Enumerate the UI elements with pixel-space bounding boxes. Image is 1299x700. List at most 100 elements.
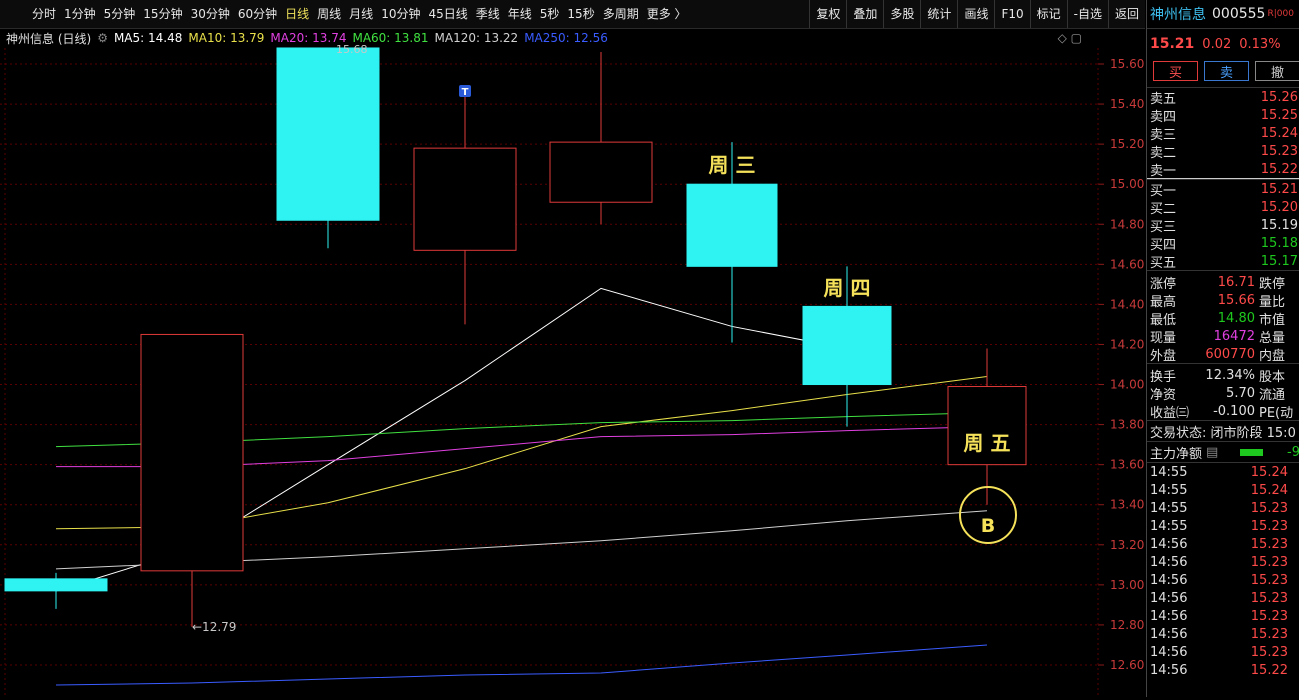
y-tick-label: 14.40 bbox=[1110, 297, 1144, 311]
period-toolbar: 分时 1分钟 5分钟 15分钟 30分钟 60分钟 日线 周线 月线 10分钟 45日线 季线 年线 5秒… bbox=[0, 0, 1145, 29]
candle-body[interactable] bbox=[140, 333, 244, 572]
toolbar-button[interactable]: 返回 bbox=[1107, 0, 1145, 28]
rzrq-badge: R|000 bbox=[1267, 9, 1294, 19]
order-label: 买二 bbox=[1150, 201, 1177, 217]
tick-row: 14:55 15.23 bbox=[1147, 499, 1299, 517]
sell-orders: 卖五 15.26 卖四 15.25 卖三 15.24 卖二 15.23 卖一 15.22 bbox=[1147, 87, 1299, 179]
order-label: 卖五 bbox=[1150, 91, 1177, 107]
stat-label: 净资 bbox=[1150, 387, 1177, 403]
last-price: 15.21 bbox=[1150, 36, 1195, 52]
list-icon[interactable]: ▤ bbox=[1206, 445, 1218, 460]
y-tick-label: 14.20 bbox=[1110, 337, 1144, 351]
tick-price: 15.23 bbox=[1250, 608, 1288, 624]
candle-body[interactable] bbox=[4, 578, 108, 592]
tick-row: 14:56 15.23 bbox=[1147, 535, 1299, 553]
stat-label-2: 量比 bbox=[1259, 294, 1286, 310]
order-row: 卖四 15.25 bbox=[1147, 106, 1299, 125]
period-tab[interactable]: 1分钟 bbox=[60, 0, 100, 28]
stat-row: 最高 15.66 量比 bbox=[1147, 291, 1299, 310]
candle-body[interactable] bbox=[802, 305, 892, 386]
toolbar-button[interactable]: 多股 bbox=[883, 0, 920, 28]
stats-block-2: 换手 12.34% 股本 净资 5.70 流通 收益㈢ -0.100 PE(动 bbox=[1147, 363, 1299, 421]
tick-list[interactable]: 14:55 15.24 14:55 15.24 14:55 15.23 14:55 15.23… bbox=[1147, 462, 1299, 679]
order-label: 卖二 bbox=[1150, 145, 1177, 161]
tick-row: 14:56 15.23 bbox=[1147, 607, 1299, 625]
tick-row: 14:55 15.24 bbox=[1147, 481, 1299, 499]
order-price: 15.24 bbox=[1260, 125, 1298, 141]
toolbar-button[interactable]: F10 bbox=[994, 0, 1029, 28]
stat-row: 涨停 16.71 跌停 bbox=[1147, 273, 1299, 292]
period-tab[interactable]: 日线 bbox=[281, 0, 313, 28]
tick-time: 14:56 bbox=[1150, 608, 1188, 624]
toolbar-button[interactable]: 标记 bbox=[1029, 0, 1067, 28]
period-tab[interactable]: 5分钟 bbox=[100, 0, 140, 28]
period-tab[interactable]: 15秒 bbox=[563, 0, 598, 28]
tick-price: 15.23 bbox=[1250, 572, 1288, 588]
period-tab[interactable]: 季线 bbox=[472, 0, 504, 28]
toolbar-button[interactable]: 统计 bbox=[920, 0, 957, 28]
period-tab[interactable]: 15分钟 bbox=[139, 0, 186, 28]
order-price: 15.22 bbox=[1260, 161, 1298, 177]
buy-marker: B bbox=[981, 515, 995, 537]
stat-row: 净资 5.70 流通 bbox=[1147, 384, 1299, 403]
order-row: 卖二 15.23 bbox=[1147, 142, 1299, 161]
period-tab[interactable]: 周线 bbox=[313, 0, 345, 28]
stat-label: 换手 bbox=[1150, 369, 1177, 385]
order-row: 卖三 15.24 bbox=[1147, 124, 1299, 143]
trade-buttons: 买 卖 撤 bbox=[1147, 59, 1299, 87]
tick-row: 14:56 15.23 bbox=[1147, 589, 1299, 607]
stat-value: 5.70 bbox=[1226, 385, 1255, 401]
period-tab[interactable]: 更多 〉 bbox=[643, 0, 691, 28]
candle-body[interactable] bbox=[413, 147, 517, 251]
y-tick-label: 12.60 bbox=[1110, 658, 1144, 672]
sell-button[interactable]: 卖 bbox=[1204, 61, 1249, 81]
stat-label-2: 总量 bbox=[1259, 330, 1286, 346]
stat-value: -0.100 bbox=[1213, 403, 1255, 419]
period-tab[interactable]: 5秒 bbox=[536, 0, 564, 28]
order-price: 15.20 bbox=[1260, 199, 1298, 215]
y-tick-label: 13.00 bbox=[1110, 578, 1144, 592]
period-tab[interactable]: 10分钟 bbox=[377, 0, 424, 28]
tick-time: 14:55 bbox=[1150, 482, 1188, 498]
stat-row: 现量 16472 总量 bbox=[1147, 327, 1299, 346]
period-tab[interactable]: 月线 bbox=[345, 0, 377, 28]
period-tab[interactable]: 30分钟 bbox=[187, 0, 234, 28]
order-row: 买一 15.21 bbox=[1147, 180, 1299, 199]
toolbar-button[interactable]: 叠加 bbox=[846, 0, 883, 28]
order-row: 买二 15.20 bbox=[1147, 198, 1299, 217]
candle-body[interactable] bbox=[549, 141, 653, 203]
period-tab[interactable]: 60分钟 bbox=[234, 0, 281, 28]
stat-label-2: 流通 bbox=[1259, 387, 1286, 403]
period-tab[interactable]: 45日线 bbox=[424, 0, 471, 28]
toolbar-right: 复权 叠加 多股 统计 画线 F10 标记 -自选 返回 bbox=[809, 0, 1145, 28]
flow-bar bbox=[1240, 448, 1264, 456]
order-price: 15.18 bbox=[1260, 235, 1298, 251]
cancel-button[interactable]: 撤 bbox=[1255, 61, 1299, 81]
order-price: 15.17 bbox=[1260, 253, 1298, 269]
period-tab[interactable]: 年线 bbox=[504, 0, 536, 28]
y-tick-label: 12.80 bbox=[1110, 618, 1144, 632]
stat-label-2: 股本 bbox=[1259, 369, 1286, 385]
period-tabs: 分时 1分钟 5分钟 15分钟 30分钟 60分钟 日线 周线 月线 10分钟 45日线 季线 年线 5秒… bbox=[0, 0, 691, 28]
buy-button[interactable]: 买 bbox=[1153, 61, 1198, 81]
toolbar-button[interactable]: -自选 bbox=[1066, 0, 1108, 28]
main-flow: 主力净额 ▤ -9 bbox=[1147, 441, 1299, 462]
order-row: 卖一 15.22 bbox=[1147, 160, 1299, 179]
period-tab[interactable]: 多周期 bbox=[599, 0, 643, 28]
stat-value: 16472 bbox=[1213, 328, 1255, 344]
candle-body[interactable] bbox=[686, 183, 778, 267]
order-label: 卖一 bbox=[1150, 163, 1177, 179]
kline-chart[interactable]: 15.60 15.40 15.20 15.00 14.80 14.60 14.40 14.20… bbox=[0, 28, 1145, 697]
y-tick-label: 13.40 bbox=[1110, 498, 1144, 512]
tick-time: 14:56 bbox=[1150, 554, 1188, 570]
candle-body[interactable] bbox=[276, 47, 380, 221]
y-tick-label: 14.60 bbox=[1110, 257, 1144, 271]
toolbar-button[interactable]: 复权 bbox=[809, 0, 846, 28]
order-price: 15.19 bbox=[1260, 217, 1298, 233]
toolbar-button[interactable]: 画线 bbox=[957, 0, 994, 28]
y-tick-label: 13.20 bbox=[1110, 538, 1144, 552]
period-tab[interactable]: 分时 bbox=[28, 0, 60, 28]
stat-value: 12.34% bbox=[1205, 367, 1255, 383]
tick-price: 15.24 bbox=[1250, 464, 1288, 480]
tick-time: 14:56 bbox=[1150, 662, 1188, 678]
